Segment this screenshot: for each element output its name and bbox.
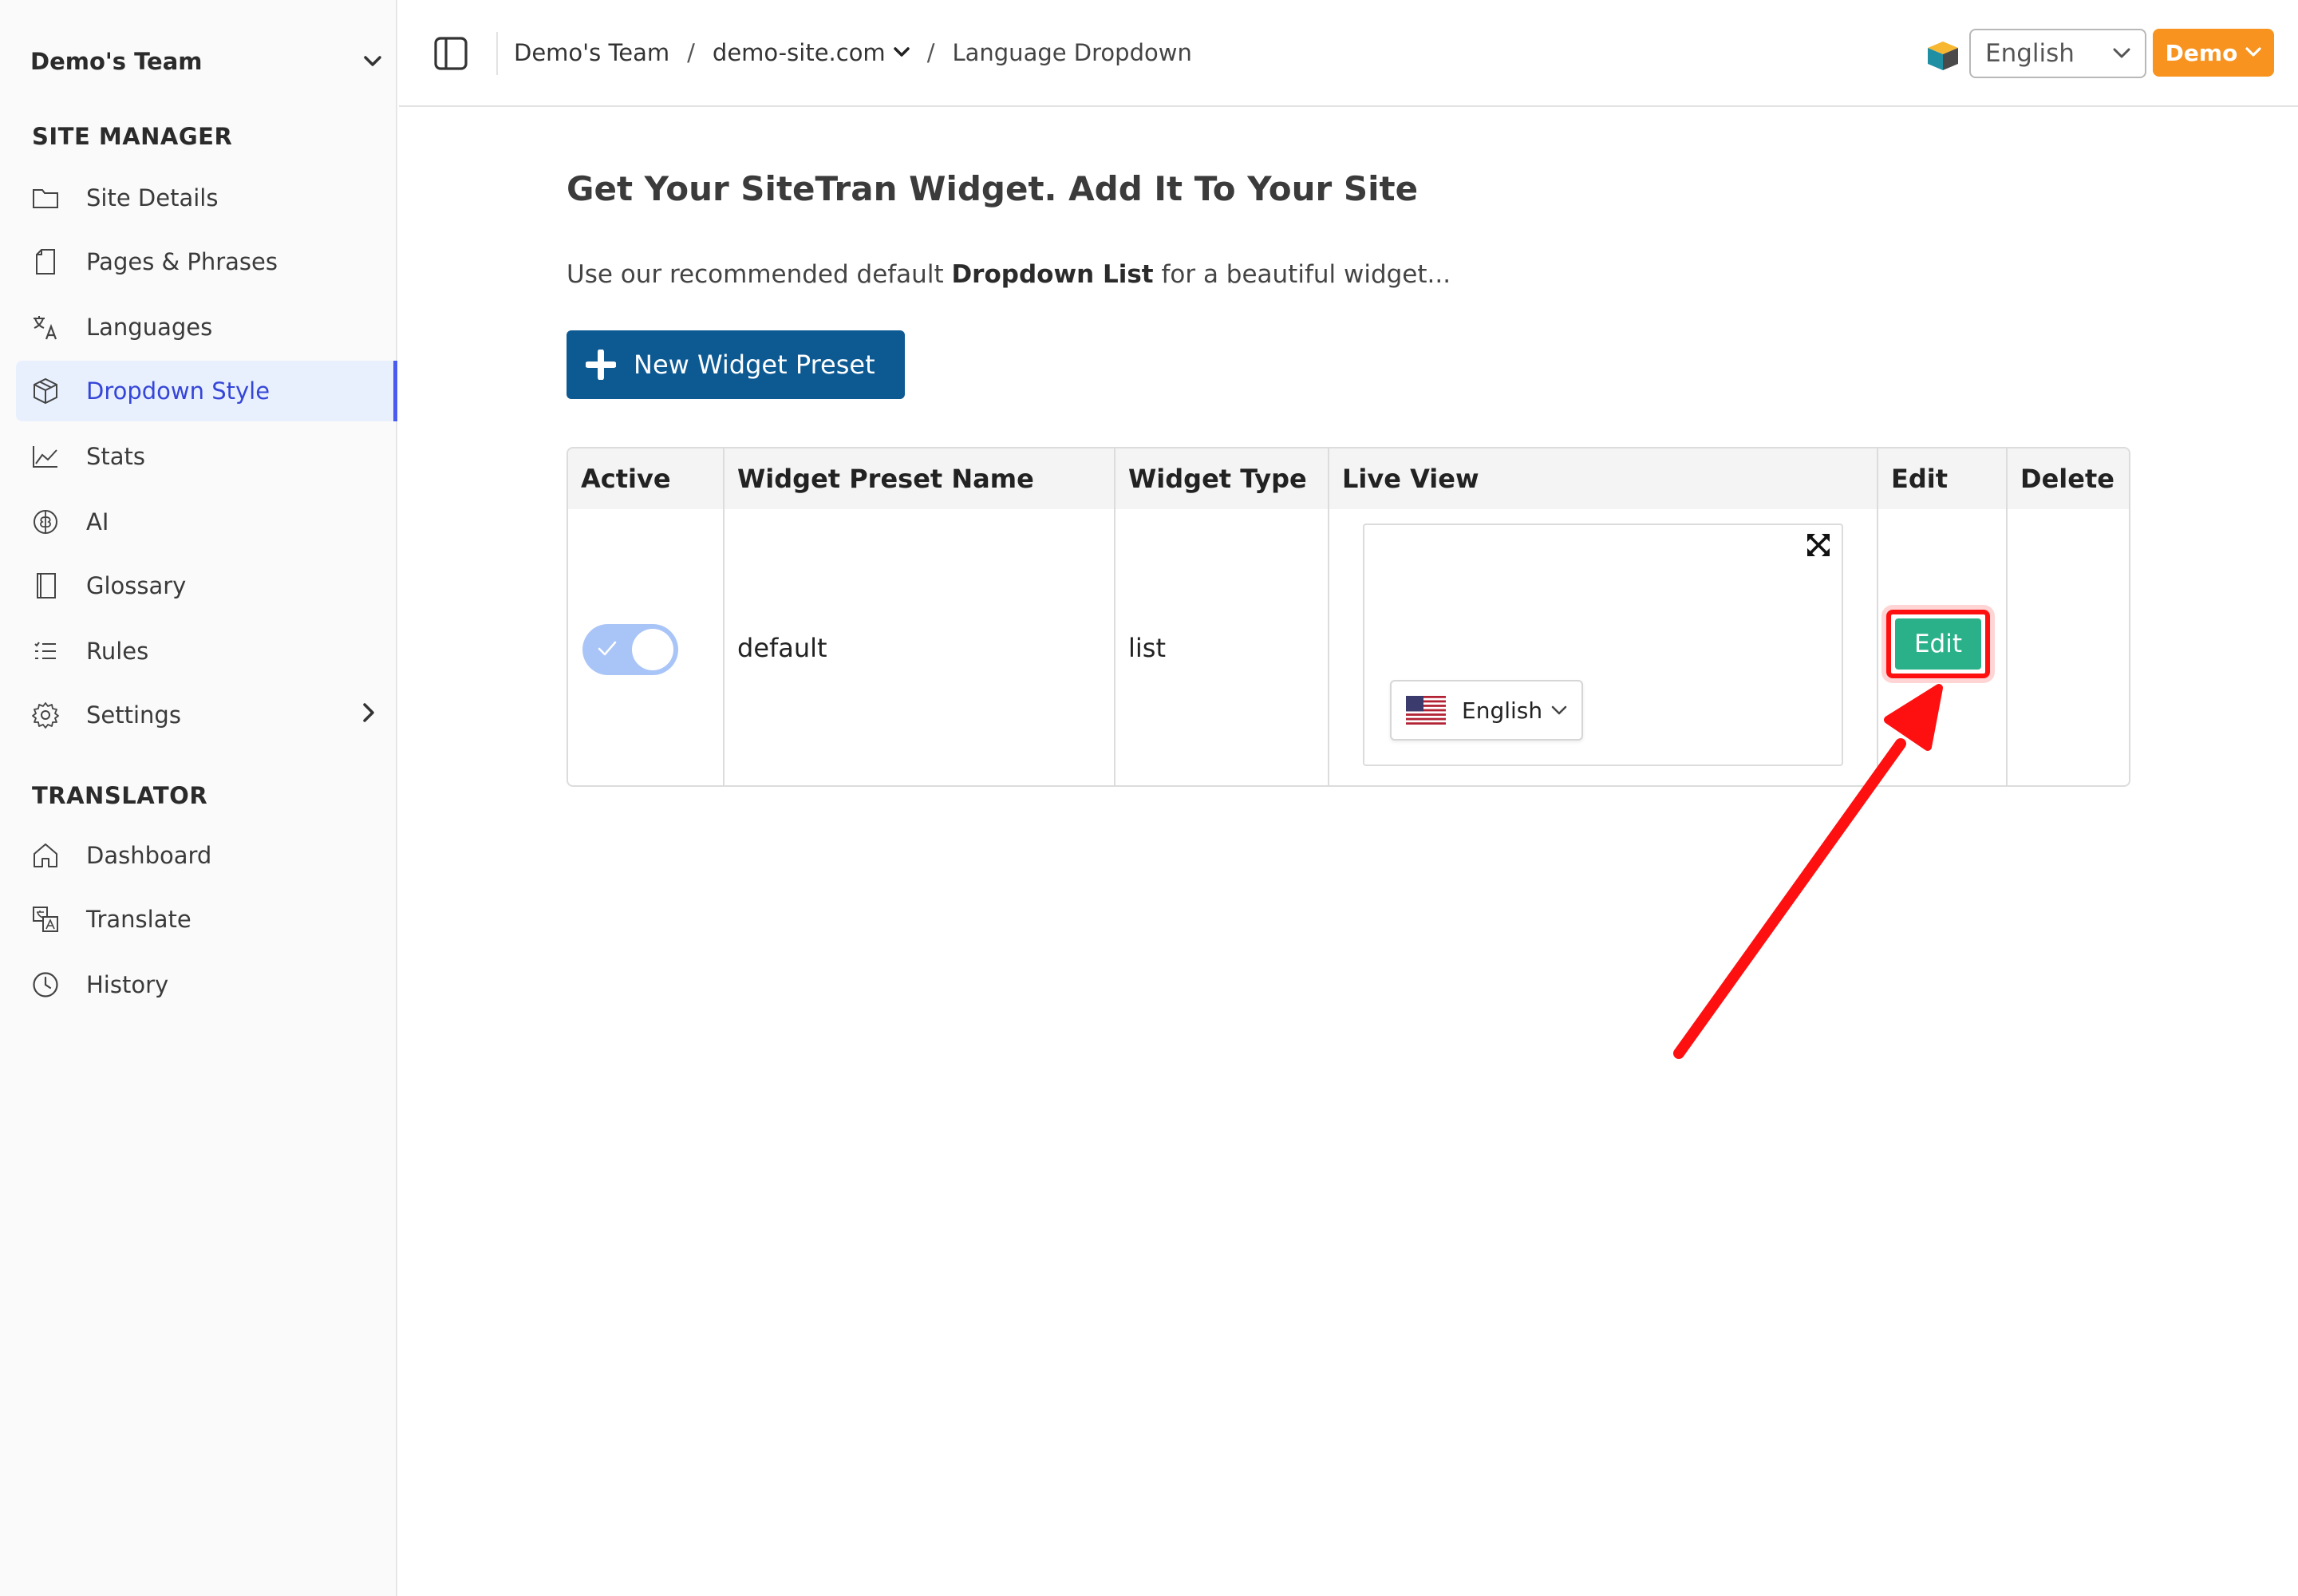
divider: [496, 32, 498, 75]
sidebar-item-label: History: [86, 971, 169, 998]
sidebar-item-translate[interactable]: Translate: [16, 889, 397, 950]
page-icon: [32, 248, 59, 275]
sidebar-item-label: Stats: [86, 443, 146, 470]
sidebar-item-label: Dropdown Style: [86, 377, 270, 405]
new-widget-preset-button[interactable]: New Widget Preset: [567, 330, 905, 399]
sitetran-logo-icon: [1928, 41, 1958, 70]
home-icon: [32, 842, 59, 869]
header-widget-type: Widget Type: [1128, 464, 1307, 494]
breadcrumb-site-selector[interactable]: demo-site.com: [713, 39, 910, 66]
widget-language-label: English: [1462, 697, 1543, 724]
widget-presets-table: Active Widget Preset Name Widget Type Li…: [567, 447, 2130, 787]
translate-doc-icon: [32, 906, 59, 933]
chevron-down-icon: [1551, 705, 1567, 715]
widget-type-cell: list: [1128, 633, 1166, 663]
sidebar-item-ai[interactable]: AI: [16, 492, 397, 552]
section-title-translator: TRANSLATOR: [32, 782, 208, 809]
sidebar-item-label: Glossary: [86, 572, 187, 599]
sidebar-item-dropdown-style[interactable]: Dropdown Style: [16, 361, 397, 421]
header-preset-name: Widget Preset Name: [737, 464, 1034, 494]
brain-icon: [32, 508, 59, 535]
sidebar-item-label: Pages & Phrases: [86, 248, 278, 275]
edit-button[interactable]: Edit: [1895, 618, 1981, 670]
page-title: Get Your SiteTran Widget. Add It To Your…: [567, 169, 1419, 208]
chevron-down-icon: [893, 47, 910, 57]
chart-line-icon: [32, 443, 59, 470]
sidebar-item-label: Dashboard: [86, 842, 212, 869]
expand-icon[interactable]: [1805, 531, 1832, 559]
header-edit: Edit: [1891, 464, 1949, 494]
language-select[interactable]: English: [1969, 29, 2146, 78]
sidebar-item-stats[interactable]: Stats: [16, 426, 397, 487]
header-active: Active: [581, 464, 671, 494]
sidebar-item-history[interactable]: History: [16, 954, 397, 1015]
breadcrumb-current: Language Dropdown: [952, 39, 1192, 66]
breadcrumb: Demo's Team / demo-site.com / Language D…: [514, 35, 1192, 70]
table-header: Active Widget Preset Name Widget Type Li…: [568, 448, 2129, 509]
widget-language-dropdown[interactable]: English: [1390, 680, 1583, 741]
chevron-down-icon: [2245, 47, 2261, 57]
sidebar-item-languages[interactable]: Languages: [16, 297, 397, 358]
demo-account-button[interactable]: Demo: [2153, 29, 2274, 77]
check-icon: [598, 641, 617, 656]
book-icon: [32, 572, 59, 599]
sidebar-item-label: Rules: [86, 638, 149, 665]
breadcrumb-site: demo-site.com: [712, 39, 886, 66]
clock-icon: [32, 971, 59, 998]
sidebar-item-site-details[interactable]: Site Details: [16, 168, 397, 228]
sidebar-item-label: Languages: [86, 314, 213, 341]
live-view-preview: English: [1363, 523, 1843, 766]
sidebar-item-label: AI: [86, 508, 109, 535]
breadcrumb-separator: /: [687, 39, 695, 66]
team-switcher[interactable]: Demo's Team: [30, 43, 381, 80]
demo-label: Demo: [2165, 39, 2238, 66]
sidebar-item-rules[interactable]: Rules: [16, 621, 397, 681]
gear-icon: [32, 701, 59, 729]
language-select-value: English: [1985, 39, 2075, 68]
chevron-right-icon: [363, 703, 374, 722]
cube-icon: [32, 377, 59, 405]
folder-icon: [32, 184, 59, 211]
sidebar-item-pages-phrases[interactable]: Pages & Phrases: [16, 231, 397, 292]
header-live-view: Live View: [1342, 464, 1479, 494]
breadcrumb-team[interactable]: Demo's Team: [514, 39, 669, 66]
preset-name-cell: default: [737, 633, 827, 663]
intro-bold: Dropdown List: [951, 260, 1154, 289]
list-icon: [32, 638, 59, 665]
column-divider: [2006, 448, 2008, 785]
column-divider: [1328, 448, 1329, 785]
intro-before: Use our recommended default: [567, 260, 952, 289]
sidebar-item-label: Translate: [86, 906, 192, 933]
column-divider: [1877, 448, 1878, 785]
sidebar-toggle-icon[interactable]: [432, 35, 469, 72]
plus-icon: [586, 350, 616, 380]
chevron-down-icon: [2113, 48, 2130, 58]
new-widget-preset-label: New Widget Preset: [634, 350, 875, 380]
intro-after: for a beautiful widget...: [1153, 260, 1451, 289]
us-flag-icon: [1406, 696, 1446, 725]
sidebar-item-dashboard[interactable]: Dashboard: [16, 825, 397, 886]
chevron-down-icon: [364, 56, 381, 66]
sidebar: Demo's Team SITE MANAGER Site Details Pa…: [0, 0, 397, 1596]
sidebar-item-glossary[interactable]: Glossary: [16, 555, 397, 616]
sidebar-item-settings[interactable]: Settings: [16, 685, 397, 745]
header-delete: Delete: [2020, 464, 2114, 494]
translate-icon: [32, 314, 59, 341]
team-name: Demo's Team: [30, 48, 203, 75]
active-toggle[interactable]: [582, 624, 678, 675]
topbar: Demo's Team / demo-site.com / Language D…: [399, 0, 2298, 107]
sidebar-item-label: Site Details: [86, 184, 219, 211]
edit-button-highlight: Edit: [1886, 610, 1990, 678]
sidebar-item-label: Settings: [86, 701, 181, 729]
breadcrumb-separator: /: [926, 39, 935, 66]
section-title-site-manager: SITE MANAGER: [32, 123, 233, 150]
toggle-knob: [632, 629, 673, 670]
intro-text: Use our recommended default Dropdown Lis…: [567, 260, 1451, 289]
